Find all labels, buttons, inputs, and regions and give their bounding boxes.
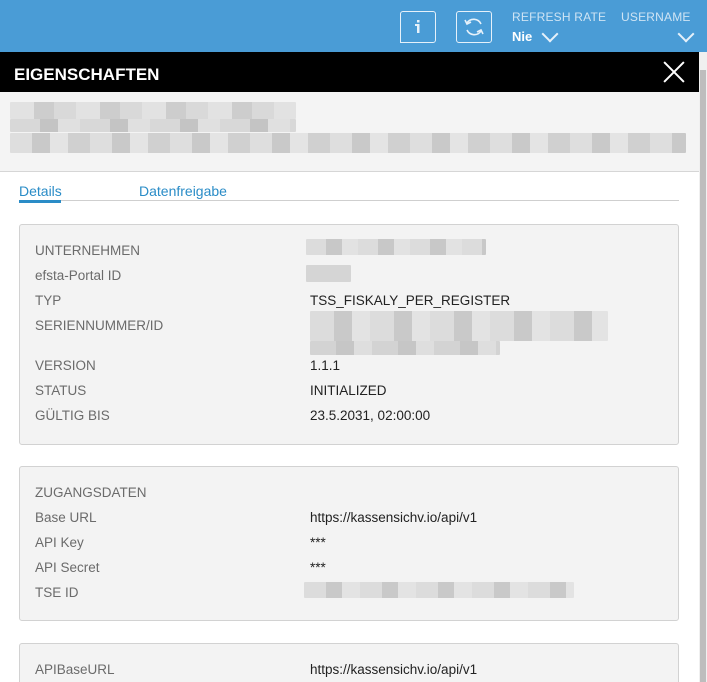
tab-datenfreigabe[interactable]: Datenfreigabe	[139, 183, 227, 199]
type-value: TSS_FISKALY_PER_REGISTER	[310, 293, 511, 308]
api-key-value: ***	[310, 535, 326, 550]
refresh-button[interactable]	[456, 11, 492, 43]
redacted-serial	[310, 311, 608, 341]
redacted-subtitle	[10, 133, 686, 153]
device-header-panel	[0, 92, 699, 172]
type-label: TYP	[35, 293, 62, 308]
redacted-portal-id	[306, 265, 351, 282]
info-speech-bubble-icon	[415, 20, 420, 33]
app-top-bar	[0, 0, 707, 52]
api-secret-value: ***	[310, 560, 326, 575]
refresh-rate-value[interactable]: Nie	[512, 29, 532, 44]
api-key-label: API Key	[35, 535, 84, 550]
version-value: 1.1.1	[310, 358, 341, 373]
tab-active-indicator	[19, 200, 61, 203]
api-secret-label: API Secret	[35, 560, 100, 575]
api-base-url-value: https://kassensichv.io/api/v1	[310, 662, 478, 677]
api-base-url-label: APIBaseURL	[35, 662, 115, 677]
close-icon[interactable]	[662, 60, 686, 84]
redacted-tse-id	[304, 582, 574, 598]
tab-divider	[19, 200, 679, 201]
redacted-name	[10, 119, 296, 132]
version-label: VERSION	[35, 358, 96, 373]
status-label: STATUS	[35, 383, 87, 398]
access-heading: ZUGANGSDATEN	[35, 485, 147, 500]
base-url-value: https://kassensichv.io/api/v1	[310, 510, 478, 525]
company-label: UNTERNEHMEN	[35, 243, 141, 258]
redacted-serial	[310, 341, 500, 355]
serial-label: SERIENNUMMER/ID	[35, 318, 164, 333]
valid-until-value: 23.5.2031, 02:00:00	[310, 408, 431, 423]
scrollbar-thumb[interactable]	[700, 70, 706, 682]
portal-id-label: efsta-Portal ID	[35, 268, 122, 283]
refresh-icon	[464, 18, 484, 36]
dialog-title: EIGENSCHAFTEN	[0, 52, 699, 92]
redacted-company	[306, 239, 486, 255]
refresh-rate-label: REFRESH RATE	[512, 10, 607, 24]
status-value: INITIALIZED	[310, 383, 387, 398]
valid-until-label: GÜLTIG BIS	[35, 408, 110, 423]
tab-details[interactable]: Details	[19, 183, 62, 199]
redacted-name	[10, 102, 296, 119]
username-label: USERNAME	[621, 10, 691, 24]
tse-id-label: TSE ID	[35, 585, 79, 600]
info-button[interactable]	[400, 11, 436, 43]
base-url-label: Base URL	[35, 510, 97, 525]
